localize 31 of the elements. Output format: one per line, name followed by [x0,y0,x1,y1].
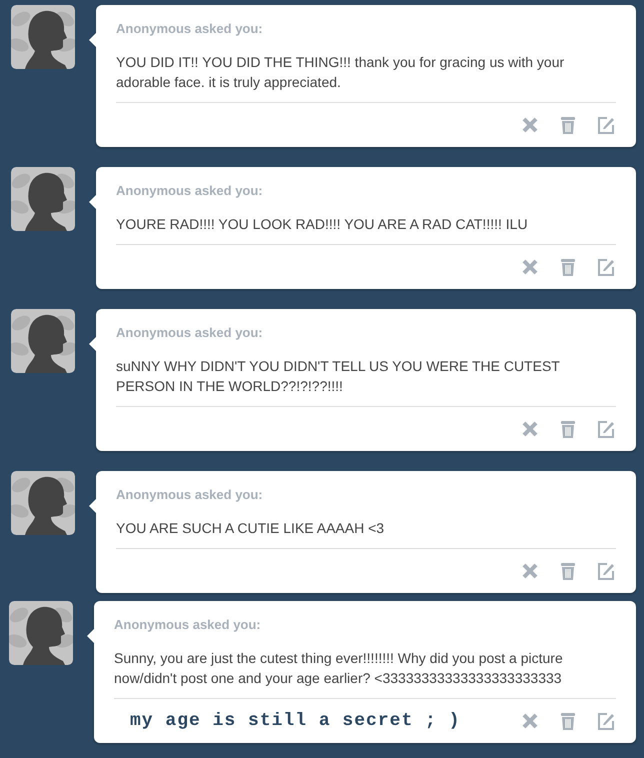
delete-icon[interactable] [558,257,578,277]
answer-text: my age is still a secret ; ) [130,711,460,731]
edit-icon[interactable] [596,257,616,277]
avatar[interactable] [11,309,75,373]
avatar[interactable] [11,471,75,535]
edit-icon[interactable] [596,115,616,135]
question-text: suNNY WHY DIDN'T YOU DIDN'T TELL US YOU WERE THE CUTEST PERSON IN THE WORLD??!?!??!!!! [116,357,561,396]
close-icon[interactable] [520,711,540,731]
asker-label: Anonymous asked you: [116,21,264,37]
edit-icon[interactable] [596,561,616,581]
close-icon[interactable] [520,115,540,135]
asker-label: Anonymous asked you: [116,487,264,503]
close-icon[interactable] [520,419,540,439]
delete-icon[interactable] [558,711,578,731]
avatar[interactable] [9,601,73,665]
edit-icon[interactable] [596,711,616,731]
question-text: Sunny, you are just the cutest thing ever!!!!!!!! Why did you post a picture now/didn't post one and your age earlier? <33333333333333333333333 [114,649,564,688]
edit-icon[interactable] [596,419,616,439]
avatar[interactable] [11,167,75,231]
question-text: YOURE RAD!!!! YOU LOOK RAD!!!! YOU ARE A RAD CAT!!!!! ILU [116,215,529,234]
question-text: YOU DID IT!! YOU DID THE THING!!! thank you for gracing us with your adorable face. it is truly appreciated. [116,53,566,92]
question-text: YOU ARE SUCH A CUTIE LIKE AAAAH <3 [116,519,386,538]
avatar[interactable] [11,5,75,69]
asker-label: Anonymous asked you: [114,617,262,633]
close-icon[interactable] [520,561,540,581]
delete-icon[interactable] [558,561,578,581]
asker-label: Anonymous asked you: [116,183,264,199]
delete-icon[interactable] [558,115,578,135]
close-icon[interactable] [520,257,540,277]
delete-icon[interactable] [558,419,578,439]
asker-label: Anonymous asked you: [116,325,264,341]
